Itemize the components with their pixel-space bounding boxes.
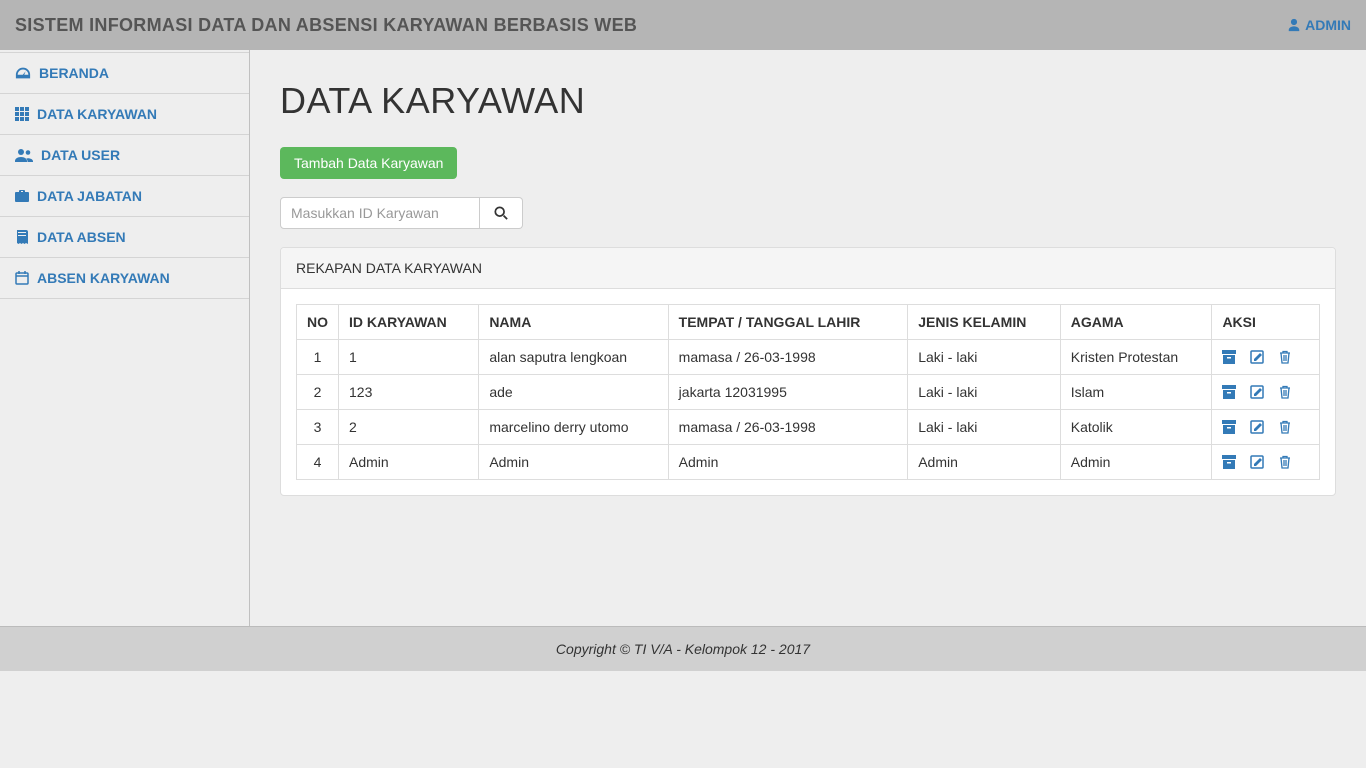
col-jk: JENIS KELAMIN: [908, 305, 1061, 340]
cell-aksi: [1212, 340, 1320, 375]
cell-nama: alan saputra lengkoan: [479, 340, 668, 375]
cell-aksi: [1212, 410, 1320, 445]
cell-agama: Kristen Protestan: [1060, 340, 1212, 375]
cell-no: 3: [297, 410, 339, 445]
edit-icon[interactable]: [1250, 385, 1264, 399]
user-icon: [1287, 18, 1301, 32]
sidebar-item-label: DATA ABSEN: [37, 229, 126, 245]
cell-aksi: [1212, 375, 1320, 410]
archive-icon[interactable]: [1222, 420, 1236, 434]
cell-id: 123: [339, 375, 479, 410]
footer: Copyright © TI V/A - Kelompok 12 - 2017: [0, 626, 1366, 671]
grid-icon: [15, 107, 29, 121]
users-icon: [15, 148, 33, 162]
col-agama: AGAMA: [1060, 305, 1212, 340]
cell-no: 1: [297, 340, 339, 375]
sidebar-item-label: DATA JABATAN: [37, 188, 142, 204]
karyawan-table: NO ID KARYAWAN NAMA TEMPAT / TANGGAL LAH…: [296, 304, 1320, 480]
add-karyawan-button[interactable]: Tambah Data Karyawan: [280, 147, 457, 179]
table-row: 2123adejakarta 12031995Laki - lakiIslam: [297, 375, 1320, 410]
col-nama: NAMA: [479, 305, 668, 340]
sidebar-item-data-karyawan[interactable]: DATA KARYAWAN: [0, 94, 249, 135]
cell-no: 4: [297, 445, 339, 480]
user-label: ADMIN: [1305, 17, 1351, 33]
sidebar: BERANDA DATA KARYAWAN DATA USER DATA JAB…: [0, 50, 250, 626]
app-title: SISTEM INFORMASI DATA DAN ABSENSI KARYAW…: [15, 15, 637, 36]
table-row: 4AdminAdminAdminAdminAdmin: [297, 445, 1320, 480]
sidebar-item-absen-karyawan[interactable]: ABSEN KARYAWAN: [0, 258, 249, 299]
trash-icon[interactable]: [1278, 350, 1292, 364]
sidebar-item-data-jabatan[interactable]: DATA JABATAN: [0, 176, 249, 217]
col-id: ID KARYAWAN: [339, 305, 479, 340]
user-menu[interactable]: ADMIN: [1287, 17, 1351, 33]
panel-title: REKAPAN DATA KARYAWAN: [281, 248, 1335, 289]
col-aksi: AKSI: [1212, 305, 1320, 340]
edit-icon[interactable]: [1250, 455, 1264, 469]
search-icon: [494, 206, 508, 220]
dashboard-icon: [15, 66, 31, 80]
archive-icon[interactable]: [1222, 385, 1236, 399]
archive-icon[interactable]: [1222, 350, 1236, 364]
cell-ttl: mamasa / 26-03-1998: [668, 340, 908, 375]
briefcase-icon: [15, 189, 29, 203]
main-content: DATA KARYAWAN Tambah Data Karyawan REKAP…: [250, 50, 1366, 626]
sidebar-item-label: ABSEN KARYAWAN: [37, 270, 170, 286]
sidebar-item-beranda[interactable]: BERANDA: [0, 52, 249, 94]
trash-icon[interactable]: [1278, 385, 1292, 399]
trash-icon[interactable]: [1278, 455, 1292, 469]
page-title: DATA KARYAWAN: [280, 80, 1336, 122]
cell-agama: Islam: [1060, 375, 1212, 410]
edit-icon[interactable]: [1250, 420, 1264, 434]
archive-icon[interactable]: [1222, 455, 1236, 469]
footer-text: Copyright © TI V/A - Kelompok 12 - 2017: [556, 641, 810, 657]
cell-ttl: jakarta 12031995: [668, 375, 908, 410]
search-button[interactable]: [480, 197, 523, 229]
topbar: SISTEM INFORMASI DATA DAN ABSENSI KARYAW…: [0, 0, 1366, 50]
cell-jk: Laki - laki: [908, 410, 1061, 445]
cell-nama: ade: [479, 375, 668, 410]
sidebar-item-label: DATA USER: [41, 147, 120, 163]
cell-ttl: mamasa / 26-03-1998: [668, 410, 908, 445]
table-row: 11alan saputra lengkoanmamasa / 26-03-19…: [297, 340, 1320, 375]
cell-id: Admin: [339, 445, 479, 480]
sidebar-item-label: BERANDA: [39, 65, 109, 81]
sidebar-item-data-absen[interactable]: DATA ABSEN: [0, 217, 249, 258]
sidebar-item-data-user[interactable]: DATA USER: [0, 135, 249, 176]
col-no: NO: [297, 305, 339, 340]
cell-no: 2: [297, 375, 339, 410]
cell-jk: Admin: [908, 445, 1061, 480]
data-panel: REKAPAN DATA KARYAWAN NO ID KARYAWAN NAM…: [280, 247, 1336, 496]
cell-agama: Katolik: [1060, 410, 1212, 445]
cell-jk: Laki - laki: [908, 375, 1061, 410]
col-ttl: TEMPAT / TANGGAL LAHIR: [668, 305, 908, 340]
cell-agama: Admin: [1060, 445, 1212, 480]
trash-icon[interactable]: [1278, 420, 1292, 434]
calendar-icon: [15, 271, 29, 285]
cell-ttl: Admin: [668, 445, 908, 480]
sidebar-item-label: DATA KARYAWAN: [37, 106, 157, 122]
book-icon: [15, 230, 29, 244]
search-input[interactable]: [280, 197, 480, 229]
cell-nama: marcelino derry utomo: [479, 410, 668, 445]
table-row: 32marcelino derry utomomamasa / 26-03-19…: [297, 410, 1320, 445]
cell-id: 2: [339, 410, 479, 445]
edit-icon[interactable]: [1250, 350, 1264, 364]
cell-jk: Laki - laki: [908, 340, 1061, 375]
cell-aksi: [1212, 445, 1320, 480]
cell-id: 1: [339, 340, 479, 375]
cell-nama: Admin: [479, 445, 668, 480]
